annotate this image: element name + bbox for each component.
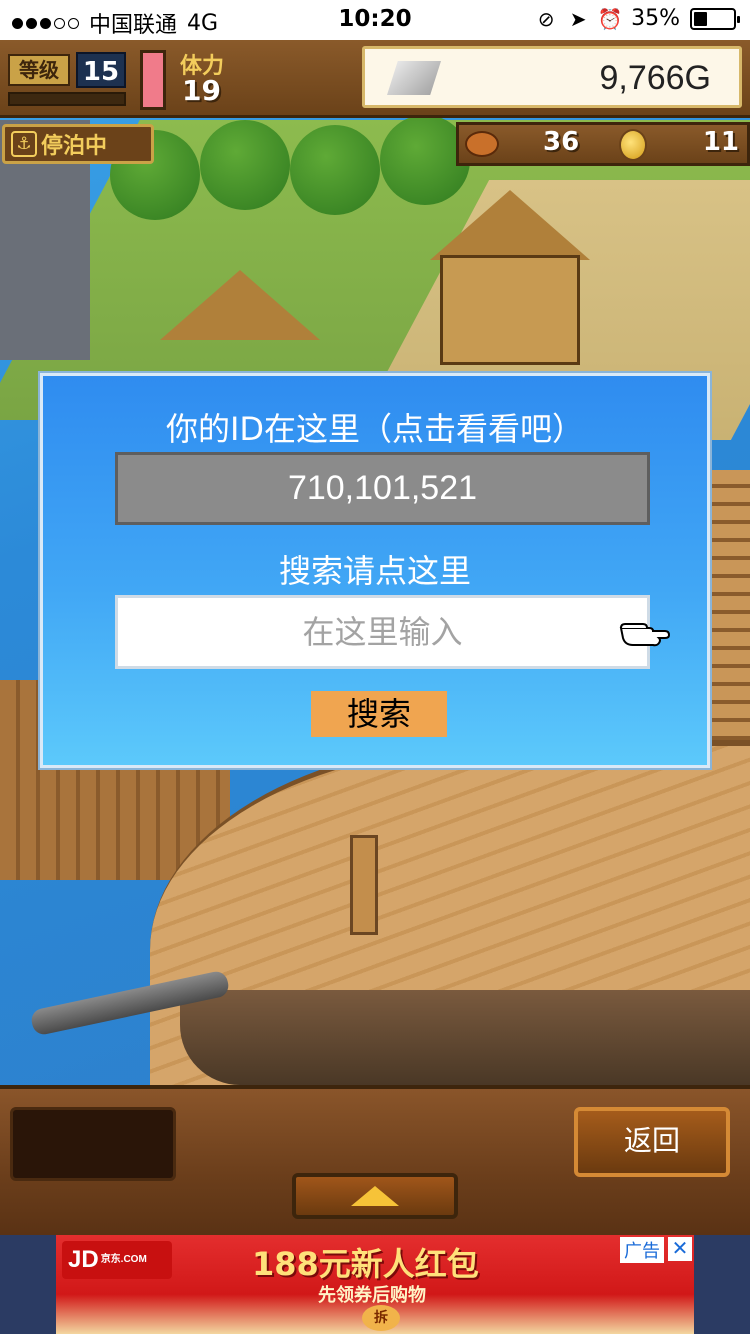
back-button[interactable]: 返回	[574, 1107, 730, 1177]
food-count: 36	[543, 127, 580, 157]
ad-margin-left	[0, 1235, 56, 1334]
ad-subline: 先领券后购物	[318, 1285, 426, 1306]
medal-count: 11	[702, 127, 739, 157]
location-arrow-icon: ➤	[569, 6, 587, 31]
level-label: 等级	[8, 54, 70, 86]
ad-brand-domain: 京东.COM	[100, 1254, 147, 1265]
dialog-title: 你的ID在这里（点击看看吧）	[165, 410, 585, 448]
status-bar: 中国联通 4G 10:20 ⊘ ➤ ⏰ 35%	[0, 0, 750, 40]
docked-status-badge[interactable]: ⚓ 停泊中	[2, 124, 154, 164]
ad-headline: 188元新人红包	[252, 1245, 479, 1283]
hud-top-bar: 等级 15 体力 19 9,766G	[0, 40, 750, 118]
docked-status-label: 停泊中	[41, 134, 108, 159]
search-button[interactable]: 搜索	[311, 691, 447, 737]
bottom-bar: 返回	[0, 1085, 750, 1235]
pointing-hand-icon	[619, 623, 671, 647]
up-arrow-icon	[351, 1186, 399, 1206]
food-icon	[465, 131, 499, 157]
ad-margin-right	[694, 1235, 750, 1334]
resource-panel: 36 11	[456, 122, 750, 166]
battery-percent: 35%	[631, 6, 680, 31]
anchor-icon: ⚓	[11, 131, 37, 157]
ad-close-icon[interactable]: ✕	[668, 1237, 692, 1261]
ad-area: JD 京东.COM 188元新人红包 先领券后购物 拆 广告 ✕	[0, 1235, 750, 1334]
friend-search-dialog: 你的ID在这里（点击看看吧） 710,101,521 搜索请点这里 搜索	[40, 373, 710, 768]
search-label: 搜索请点这里	[278, 552, 471, 590]
hud-second-row: ⚓ 停泊中 36 11	[0, 120, 750, 166]
silver-ingot-icon	[387, 61, 441, 95]
jd-logo: JD 京东.COM	[62, 1241, 172, 1279]
stamina-bar	[140, 50, 166, 110]
ship-hull	[180, 990, 750, 1085]
shop-building[interactable]	[440, 255, 580, 365]
ad-brand: JD	[68, 1246, 99, 1273]
search-input[interactable]	[115, 595, 650, 669]
gold-amount: 9,766G	[599, 59, 711, 97]
gold-panel[interactable]: 9,766G	[362, 46, 742, 108]
medal-icon	[619, 129, 647, 161]
player-id-box[interactable]: 710,101,521	[115, 452, 650, 525]
experience-bar	[8, 92, 126, 106]
expand-menu-button[interactable]	[292, 1173, 458, 1219]
ad-open-chip[interactable]: 拆	[362, 1305, 400, 1331]
ship-mast	[350, 835, 378, 935]
ad-banner[interactable]: JD 京东.COM 188元新人红包 先领券后购物 拆 广告 ✕	[56, 1235, 694, 1334]
empty-slot	[10, 1107, 176, 1181]
alarm-icon: ⏰	[597, 6, 623, 31]
ad-tag: 广告	[620, 1237, 664, 1263]
stamina-value: 19	[182, 74, 221, 107]
battery-icon	[690, 7, 740, 30]
level-value: 15	[76, 52, 126, 88]
status-right: ⊘ ➤ ⏰ 35%	[535, 6, 740, 31]
rotation-lock-icon: ⊘	[537, 6, 555, 31]
